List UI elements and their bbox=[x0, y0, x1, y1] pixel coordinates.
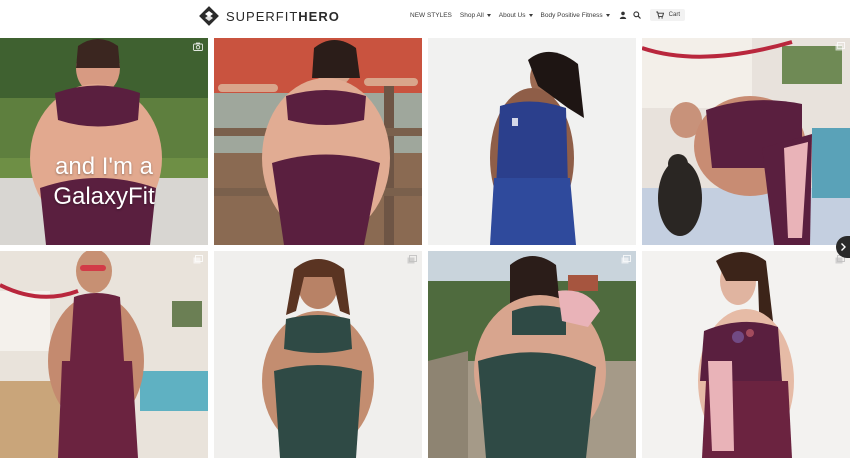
gallery-photo-5[interactable] bbox=[0, 251, 208, 458]
chevron-down-icon bbox=[528, 13, 533, 17]
site-header: SUPERFITHERO NEW STYLES Shop All About U… bbox=[0, 0, 850, 38]
gallery-photo-6[interactable] bbox=[214, 251, 422, 458]
chevron-right-icon bbox=[841, 243, 846, 251]
camera-icon bbox=[193, 42, 203, 51]
brand-logo[interactable]: SUPERFITHERO bbox=[198, 5, 340, 27]
overlay-caption-line-2: GalaxyFit bbox=[53, 183, 155, 210]
multi-image-icon bbox=[193, 255, 203, 264]
chevron-down-icon bbox=[486, 13, 491, 17]
brand-name: SUPERFITHERO bbox=[226, 8, 340, 24]
cart-label: Cart bbox=[668, 12, 680, 18]
cart-icon bbox=[655, 10, 665, 20]
logo-mark-icon bbox=[198, 5, 220, 27]
user-icon[interactable] bbox=[618, 10, 628, 20]
instagram-gallery: and I'm a GalaxyFit bbox=[0, 38, 850, 458]
gallery-photo-4[interactable] bbox=[642, 38, 850, 245]
overlay-caption-line-1: and I'm a bbox=[55, 153, 153, 180]
nav-body-positive-fitness[interactable]: Body Positive Fitness bbox=[541, 12, 610, 19]
gallery-photo-1[interactable]: and I'm a GalaxyFit bbox=[0, 38, 208, 245]
nav-shop-all[interactable]: Shop All bbox=[460, 12, 491, 19]
nav-about-us[interactable]: About Us bbox=[499, 12, 533, 19]
multi-image-icon bbox=[835, 42, 845, 51]
search-icon[interactable] bbox=[632, 10, 642, 20]
gallery-photo-7[interactable] bbox=[428, 251, 636, 458]
gallery-photo-3[interactable] bbox=[428, 38, 636, 245]
main-nav: NEW STYLES Shop All About Us Body Positi… bbox=[410, 9, 685, 21]
cart-button[interactable]: Cart bbox=[649, 9, 685, 21]
multi-image-icon bbox=[621, 255, 631, 264]
gallery-photo-8[interactable] bbox=[642, 251, 850, 458]
multi-image-icon bbox=[407, 255, 417, 264]
nav-new-styles[interactable]: NEW STYLES bbox=[410, 12, 452, 19]
chevron-down-icon bbox=[605, 13, 610, 17]
gallery-photo-2[interactable] bbox=[214, 38, 422, 245]
